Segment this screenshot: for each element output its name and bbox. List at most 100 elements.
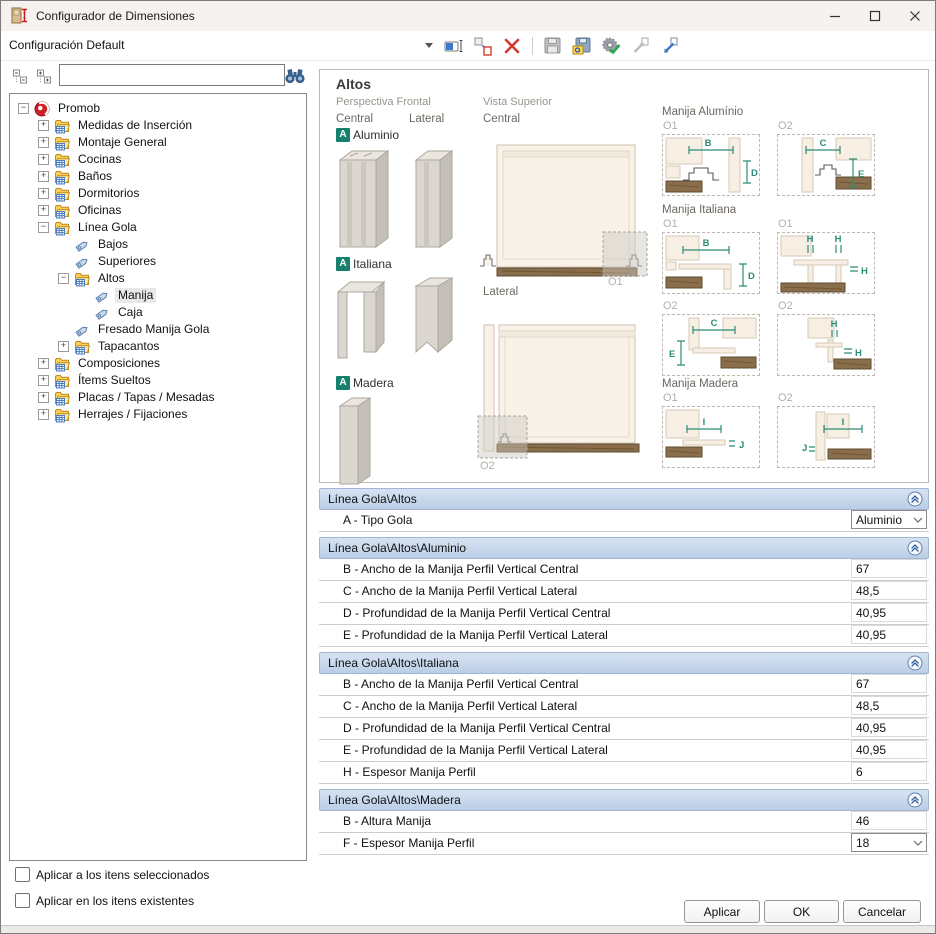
diagram-aluminio-o2: C E — [777, 134, 875, 196]
delete-configuration-button[interactable] — [501, 35, 523, 57]
property-value-field[interactable]: 67 — [851, 559, 927, 578]
property-value: 67 — [856, 562, 869, 576]
tree-item-dormitorios[interactable]: + Dormitorios — [10, 185, 306, 202]
property-value-field[interactable]: 6 — [851, 762, 927, 781]
checkbox-aplicar-seleccionados[interactable]: Aplicar a los itens seleccionados — [15, 867, 209, 882]
expand-box-icon[interactable]: + — [58, 341, 69, 352]
property-value: 48,5 — [856, 699, 879, 713]
tree-item-medidas-de-inserci-n[interactable]: + Medidas de Inserción — [10, 117, 306, 134]
section-collapse-icon[interactable] — [907, 540, 923, 556]
expand-box-icon[interactable]: + — [38, 120, 49, 131]
tree-search-input[interactable] — [59, 64, 285, 86]
property-section-header[interactable]: Línea Gola\Altos\Madera — [319, 789, 929, 811]
property-value-field[interactable]: 40,95 — [851, 740, 927, 759]
checkbox-box-icon[interactable] — [15, 867, 30, 882]
collapse-all-button[interactable] — [9, 65, 31, 87]
property-value-field[interactable]: 40,95 — [851, 625, 927, 644]
tree-item-l-nea-gola[interactable]: − Línea Gola — [10, 219, 306, 236]
tree-item-placas-tapas-mesadas[interactable]: + Placas / Tapas / Mesadas — [10, 389, 306, 406]
maximize-button[interactable] — [855, 1, 895, 31]
tree-item-composiciones[interactable]: + Composiciones — [10, 355, 306, 372]
property-label: B - Ancho de la Manija Perfil Vertical C… — [343, 674, 578, 695]
property-value-field[interactable]: 48,5 — [851, 696, 927, 715]
maximize-icon — [869, 10, 881, 22]
tree-item-label: Superiores — [95, 254, 159, 269]
tree-item-cocinas[interactable]: + Cocinas — [10, 151, 306, 168]
configuration-combo[interactable]: Configuración Default — [9, 31, 124, 60]
import-configuration-button[interactable] — [629, 35, 651, 57]
property-section-header[interactable]: Línea Gola\Altos\Italiana — [319, 652, 929, 674]
export-arrow-icon — [659, 36, 679, 56]
collapse-box-icon[interactable]: − — [58, 273, 69, 284]
expand-box-icon[interactable]: + — [38, 375, 49, 386]
duplicate-configuration-button[interactable] — [472, 35, 494, 57]
property-section-title: Línea Gola\Altos\Madera — [328, 793, 461, 807]
property-value-field[interactable]: 40,95 — [851, 718, 927, 737]
property-value-field[interactable]: 46 — [851, 811, 927, 830]
property-row-h-espesor-manija-perfil: H - Espesor Manija Perfil6 — [319, 762, 929, 784]
property-dropdown[interactable]: Aluminio — [851, 510, 927, 529]
duplicate-icon — [473, 36, 493, 56]
window-title: Configurador de Dimensiones — [36, 9, 195, 23]
property-value-field[interactable]: 67 — [851, 674, 927, 693]
export-configuration-button[interactable] — [658, 35, 680, 57]
close-icon — [909, 10, 921, 22]
expand-box-icon[interactable]: + — [38, 205, 49, 216]
checkbox-aplicar-existentes[interactable]: Aplicar en los itens existentes — [15, 893, 194, 908]
collapse-box-icon[interactable]: − — [18, 103, 29, 114]
property-section-header[interactable]: Línea Gola\Altos — [319, 488, 929, 510]
aplicar-button[interactable]: Aplicar — [684, 900, 760, 923]
tree-item-bajos[interactable]: Bajos — [10, 236, 306, 253]
section-collapse-icon[interactable] — [907, 655, 923, 671]
promob-globe-icon — [34, 101, 50, 117]
expand-box-icon[interactable]: + — [38, 188, 49, 199]
minimize-icon — [829, 10, 841, 22]
tree-item-montaje-general[interactable]: + Montaje General — [10, 134, 306, 151]
tree-item-superiores[interactable]: Superiores — [10, 253, 306, 270]
tree-item-tems-sueltos[interactable]: + Ítems Sueltos — [10, 372, 306, 389]
property-row-b-ancho-de-la-manija-perfil-vertical-central: B - Ancho de la Manija Perfil Vertical C… — [319, 559, 929, 581]
tree-item-fresado-manija-gola[interactable]: Fresado Manija Gola — [10, 321, 306, 338]
tree-item-oficinas[interactable]: + Oficinas — [10, 202, 306, 219]
property-value: 18 — [856, 836, 869, 850]
expand-box-icon[interactable]: + — [38, 409, 49, 420]
rename-configuration-button[interactable] — [443, 35, 465, 57]
tree-item-promob[interactable]: − Promob — [10, 100, 306, 117]
expand-box-icon[interactable]: + — [38, 392, 49, 403]
configuration-combo-arrow-icon[interactable] — [425, 43, 433, 48]
find-button[interactable] — [283, 64, 307, 86]
diagram-tag: O1 — [663, 120, 678, 132]
expand-box-icon[interactable]: + — [38, 171, 49, 182]
save-button[interactable] — [542, 35, 564, 57]
expand-box-icon[interactable]: + — [38, 154, 49, 165]
tag-icon — [94, 288, 110, 304]
section-collapse-icon[interactable] — [907, 792, 923, 808]
tree-item-herrajes-fijaciones[interactable]: + Herrajes / Fijaciones — [10, 406, 306, 423]
tree-item-caja[interactable]: Caja — [10, 304, 306, 321]
tree-item-manija[interactable]: Manija — [10, 287, 306, 304]
collapse-box-icon[interactable]: − — [38, 222, 49, 233]
property-value-field[interactable]: 40,95 — [851, 603, 927, 622]
close-button[interactable] — [895, 1, 935, 31]
tree-item-tapacantos[interactable]: + Tapacantos — [10, 338, 306, 355]
expand-box-icon[interactable]: + — [38, 358, 49, 369]
tree-item-label: Tapacantos — [95, 339, 162, 354]
section-collapse-icon[interactable] — [907, 491, 923, 507]
save-as-button[interactable] — [571, 35, 593, 57]
material-badge: A — [336, 257, 350, 271]
ok-button[interactable]: OK — [764, 900, 839, 923]
tree-item-ba-os[interactable]: + Baños — [10, 168, 306, 185]
property-label: E - Profundidad de la Manija Perfil Vert… — [343, 740, 608, 761]
preview-panel: Altos Perspectiva Frontal Vista Superior… — [319, 69, 929, 483]
minimize-button[interactable] — [815, 1, 855, 31]
expand-all-button[interactable] — [33, 65, 55, 87]
checkbox-box-icon[interactable] — [15, 893, 30, 908]
property-dropdown[interactable]: 18 — [851, 833, 927, 852]
apply-configuration-button[interactable] — [600, 35, 622, 57]
cancelar-button[interactable]: Cancelar — [843, 900, 921, 923]
expand-box-icon[interactable]: + — [38, 137, 49, 148]
property-row-f-espesor-manija-perfil: F - Espesor Manija Perfil18 — [319, 833, 929, 855]
property-section-header[interactable]: Línea Gola\Altos\Aluminio — [319, 537, 929, 559]
tree-item-altos[interactable]: − Altos — [10, 270, 306, 287]
property-value-field[interactable]: 48,5 — [851, 581, 927, 600]
